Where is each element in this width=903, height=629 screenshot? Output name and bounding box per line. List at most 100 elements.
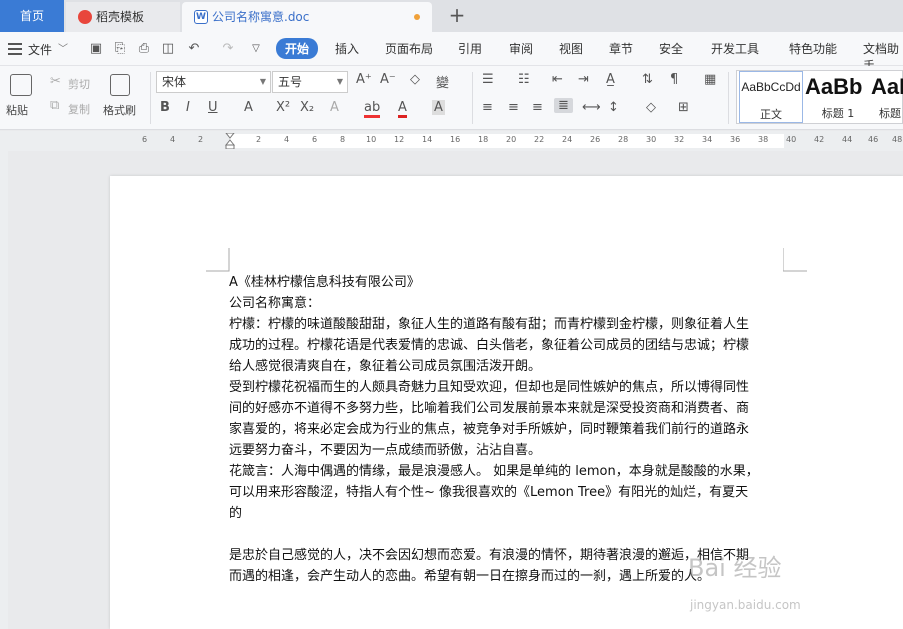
tab-bar: 首页 稻壳模板 公司名称寓意.doc + [0,0,903,32]
style-heading2-preview: AaB [871,74,903,99]
font-color-icon[interactable]: A [398,100,407,118]
file-menu[interactable]: 文件 [28,41,52,58]
paste-button[interactable]: 粘贴 [6,102,28,118]
superscript-icon[interactable]: X² [276,100,290,115]
borders-icon[interactable]: ⊞ [678,100,689,115]
vertical-ruler[interactable] [0,151,8,629]
format-painter-button[interactable]: 格式刷 [103,102,136,118]
shading-icon[interactable]: ◇ [646,100,656,115]
underline-icon[interactable]: U [208,100,218,115]
ruler-number: 24 [562,135,573,144]
customize-chevron-icon[interactable]: ▽ [248,41,264,57]
align-center-icon[interactable]: ≡ [508,100,519,115]
style-heading1-preview: AaBb [805,74,863,99]
ruler-number: 8 [340,135,346,144]
tab-references[interactable]: 引用 [458,40,482,57]
tab-document[interactable]: 公司名称寓意.doc [182,2,432,32]
paste-icon[interactable] [10,74,32,96]
highlight-icon[interactable]: ab [364,100,381,118]
copy-icon[interactable]: ⧉ [50,98,59,113]
ruler-number: 18 [478,135,489,144]
indent-marker-icon[interactable] [225,133,235,149]
text-direction-icon[interactable]: A̲ [606,72,615,87]
tab-developer[interactable]: 开发工具 [711,40,759,57]
ruler-number: 36 [730,135,741,144]
justify-icon[interactable]: ≣ [554,98,573,113]
tab-home[interactable]: 首页 [0,0,64,32]
ruler-number: 40 [786,135,797,144]
strikethrough-icon[interactable]: A [244,100,253,115]
chevron-down-icon: ▼ [259,77,266,86]
menu-row: 文件 ﹀ ▣ ⎘ ⎙ ◫ ↶ ↷ ▽ 开始 插入 页面布局 引用 审阅 视图 章… [0,32,903,73]
tab-page-layout[interactable]: 页面布局 [385,40,433,57]
align-left-icon[interactable]: ≡ [482,100,493,115]
ruler-number: 48 [892,135,903,144]
copy-button[interactable]: 复制 [68,101,90,117]
tab-start[interactable]: 开始 [276,38,319,59]
shrink-font-icon[interactable]: A⁻ [380,72,396,87]
save-icon[interactable]: ▣ [88,41,104,57]
numbered-list-icon[interactable]: ☷ [518,72,530,87]
ruler-number: 26 [590,135,601,144]
ruler-number: 4 [284,135,290,144]
subscript-icon[interactable]: X₂ [300,100,314,115]
chevron-down-icon: ▼ [336,77,343,86]
horizontal-ruler[interactable]: 6 4 2 2 4 6 8 10 12 14 16 18 20 22 24 26… [0,131,903,151]
tab-special[interactable]: 特色功能 [789,40,837,57]
redo-icon[interactable]: ↷ [220,41,236,57]
increase-indent-icon[interactable]: ⇥ [578,72,589,87]
doc-line: A《桂林柠檬信息科技有限公司》 [229,275,420,290]
sort-icon[interactable]: ⇅ [642,72,653,87]
tab-insert[interactable]: 插入 [335,40,359,57]
text-effect-icon[interactable]: A [330,100,339,115]
doc-line: 给人感觉很清爽自在，象征着公司成员氛围活泼开朗。 [229,359,542,374]
distributed-icon[interactable]: ⟷ [582,100,601,115]
chevron-down-icon[interactable]: ﹀ [58,40,68,55]
ruler-number: 2 [198,135,204,144]
ruler-number: 32 [674,135,685,144]
tab-view[interactable]: 视图 [559,40,583,57]
pinyin-icon[interactable]: 變 [436,72,449,91]
cut-icon[interactable]: ✂ [50,74,61,89]
line-spacing-icon[interactable]: ↕ [608,100,619,115]
show-marks-icon[interactable]: ¶ [670,72,678,87]
italic-icon[interactable]: I [186,100,190,115]
bullet-list-icon[interactable]: ☰ [482,72,494,87]
char-shading-icon[interactable]: A [432,100,445,115]
align-right-icon[interactable]: ≡ [532,100,543,115]
new-tab-button[interactable]: + [446,4,468,26]
export-icon[interactable]: ⎘ [112,41,128,57]
doc-line: 受到柠檬花祝福而生的人颇具奇魅力且知受欢迎，但却也是同性嫉妒的焦点，所以博得同性 [229,380,750,395]
decrease-indent-icon[interactable]: ⇤ [552,72,563,87]
style-heading2[interactable]: AaB 标题 [871,71,903,123]
style-heading2-label: 标题 [879,107,901,120]
document-body[interactable]: A《桂林柠檬信息科技有限公司》 公司名称寓意： 柠檬：柠檬的味道酸酸甜甜，象征人… [229,272,785,587]
ruler-number: 38 [758,135,769,144]
grow-font-icon[interactable]: A⁺ [356,72,372,87]
ruler-number: 14 [422,135,433,144]
tab-templates[interactable]: 稻壳模板 [66,2,180,32]
style-heading1[interactable]: AaBb 标题 1 [805,71,871,123]
tab-review[interactable]: 审阅 [509,40,533,57]
tab-section[interactable]: 章节 [609,40,633,57]
hamburger-icon[interactable] [8,43,22,55]
print-icon[interactable]: ⎙ [136,41,152,57]
bold-icon[interactable]: B [160,100,170,115]
style-normal[interactable]: AaBbCcDd 正文 [739,71,803,123]
tab-security[interactable]: 安全 [659,40,683,57]
font-size-select[interactable]: 五号 ▼ [272,71,348,93]
doc-line: 远要努力奋斗，不要因为一点成绩而骄傲，沾沾自喜。 [229,443,542,458]
ruler-number: 16 [450,135,461,144]
ruler-number: 22 [534,135,545,144]
format-painter-icon[interactable] [110,74,130,96]
font-name-select[interactable]: 宋体 ▼ [156,71,271,93]
ruler-number: 28 [618,135,629,144]
ruler-number: 34 [702,135,713,144]
clear-format-icon[interactable]: ◇ [410,72,420,87]
undo-icon[interactable]: ↶ [186,41,202,57]
table-border-icon[interactable]: ▦ [704,72,716,87]
cut-button[interactable]: 剪切 [68,76,90,92]
ruler-number: 46 [868,135,879,144]
print-preview-icon[interactable]: ◫ [160,41,176,57]
doc-line: 柠檬：柠檬的味道酸酸甜甜，象征人生的道路有酸有甜；而青柠檬到金柠檬，则象征着人生 [229,317,750,332]
